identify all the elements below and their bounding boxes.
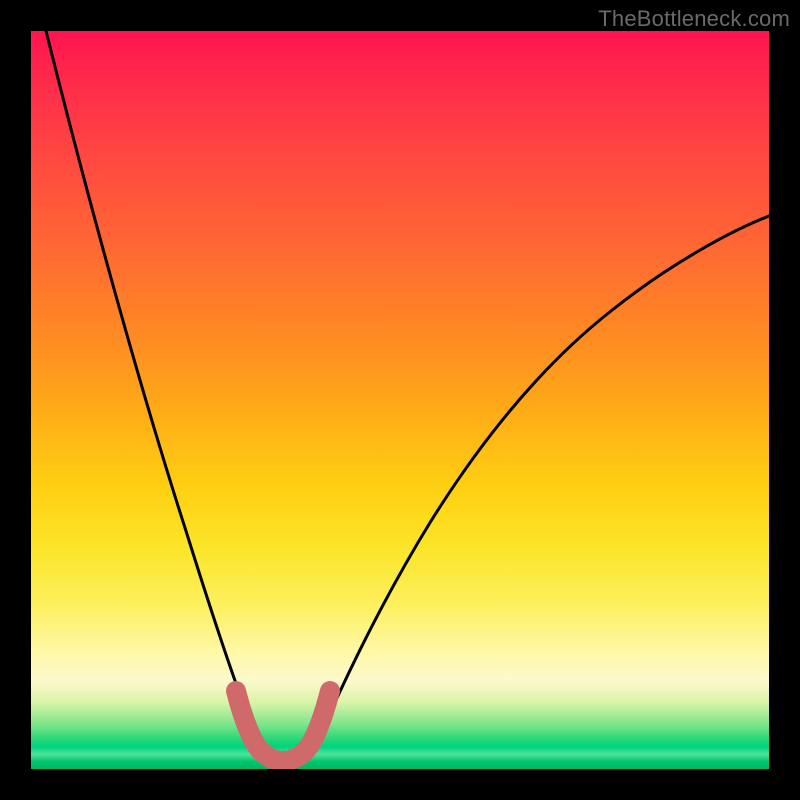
chart-svg — [31, 31, 769, 769]
watermark-text: TheBottleneck.com — [598, 6, 790, 32]
bottleneck-curve — [46, 31, 769, 762]
bottleneck-highlight — [236, 691, 330, 761]
chart-area — [31, 31, 769, 769]
